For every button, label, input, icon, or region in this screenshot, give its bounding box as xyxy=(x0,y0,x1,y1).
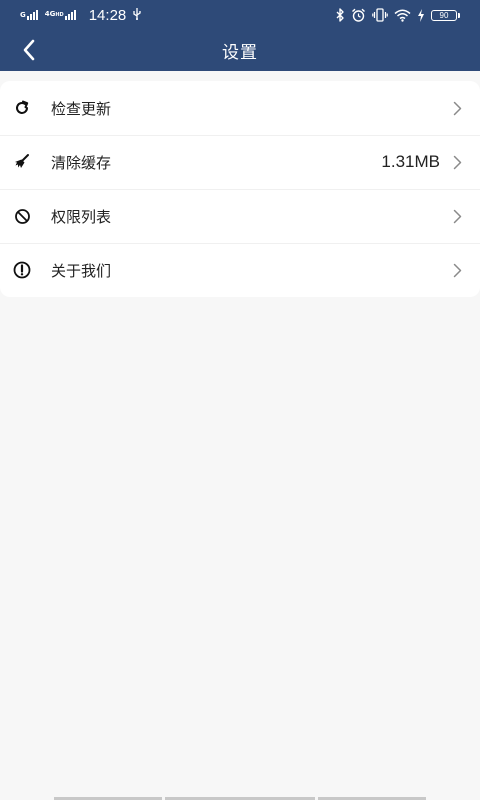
bluetooth-icon xyxy=(335,8,345,22)
signal-1: G xyxy=(20,10,39,20)
nav-bar: 设置 xyxy=(0,30,480,71)
charging-icon xyxy=(417,8,425,22)
settings-item-label: 权限列表 xyxy=(51,207,112,226)
network-type-label-4g: 4GHD xyxy=(44,10,64,19)
settings-list: 检查更新 清除缓存 1.31MB 权限列表 关于我们 xyxy=(0,81,480,297)
status-bar-left: G 4GHD 14:28 xyxy=(0,6,142,24)
settings-item-clear-cache[interactable]: 清除缓存 1.31MB xyxy=(0,135,480,189)
settings-item-label: 检查更新 xyxy=(51,99,112,118)
info-icon xyxy=(12,260,32,280)
chevron-right-icon xyxy=(452,100,462,116)
broom-icon xyxy=(12,152,32,172)
signal-2: 4GHD xyxy=(45,10,77,20)
cache-size-value: 1.31MB xyxy=(381,152,440,171)
settings-item-permissions[interactable]: 权限列表 xyxy=(0,189,480,243)
network-type-label: G xyxy=(20,10,26,19)
back-button[interactable] xyxy=(14,35,44,65)
chevron-right-icon xyxy=(452,208,462,224)
status-bar-right: 90 xyxy=(335,8,480,22)
usb-icon xyxy=(132,6,142,24)
app-header: G 4GHD 14:28 90 设置 xyxy=(0,0,480,71)
battery-indicator: 90 xyxy=(431,9,460,21)
block-icon xyxy=(12,206,32,226)
page-title: 设置 xyxy=(222,43,258,63)
refresh-icon xyxy=(12,98,32,118)
wifi-icon xyxy=(394,9,411,22)
status-time: 14:28 xyxy=(88,6,127,24)
settings-item-label: 关于我们 xyxy=(51,261,112,280)
chevron-right-icon xyxy=(452,262,462,278)
signal-bars-icon xyxy=(26,10,39,20)
settings-item-label: 清除缓存 xyxy=(51,153,112,172)
chevron-left-icon xyxy=(23,39,35,61)
vibrate-icon xyxy=(372,8,388,22)
chevron-right-icon xyxy=(452,154,462,170)
alarm-icon xyxy=(351,8,366,22)
settings-item-check-update[interactable]: 检查更新 xyxy=(0,81,480,135)
status-bar: G 4GHD 14:28 90 xyxy=(0,0,480,30)
battery-level: 90 xyxy=(431,9,457,21)
settings-item-about-us[interactable]: 关于我们 xyxy=(0,243,480,297)
signal-bars-icon xyxy=(64,10,77,20)
